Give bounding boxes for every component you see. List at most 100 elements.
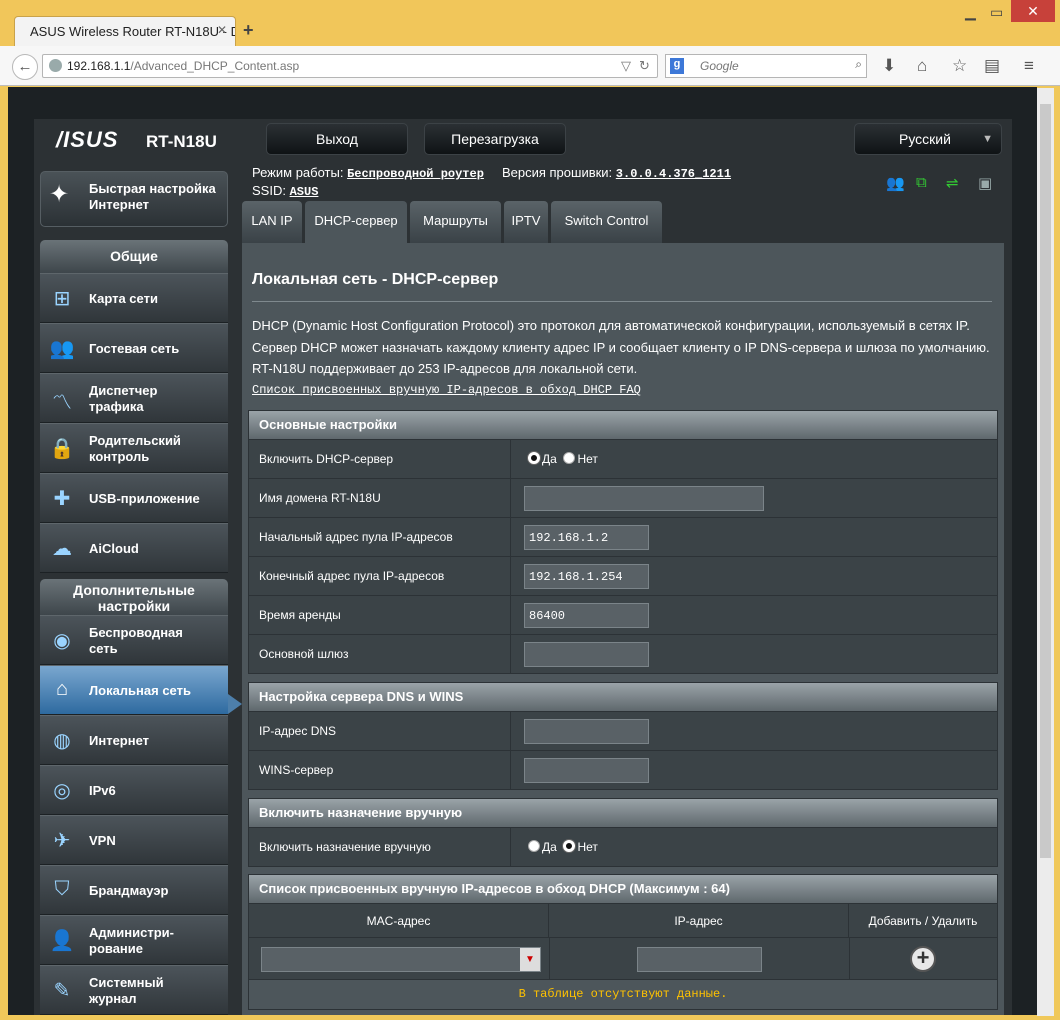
faq-link[interactable]: Список присвоенных вручную IP-адресов в …: [252, 383, 641, 397]
admin-user-icon: 👤: [49, 930, 75, 952]
reboot-button[interactable]: Перезагрузка: [424, 123, 566, 155]
sidebar-item-lan[interactable]: ⌂ Локальная сеть: [40, 665, 228, 715]
chevron-down-icon: ▼: [982, 133, 993, 145]
url-dropdown-icon[interactable]: ▽: [621, 58, 631, 74]
pool-end-input[interactable]: 192.168.1.254: [524, 564, 649, 589]
setting-row: Включить назначение вручную Да Нет: [249, 827, 997, 866]
page-title: Локальная сеть - DHCP-сервер: [252, 271, 499, 288]
section-header: Список присвоенных вручную IP-адресов в …: [249, 875, 997, 903]
asus-logo[interactable]: /ISUS: [56, 127, 118, 153]
domain-name-input[interactable]: [524, 486, 764, 511]
search-box[interactable]: g Google ⌕: [665, 54, 867, 78]
sidebar-item-traffic-manager[interactable]: 〽 Диспетчер трафика: [40, 373, 228, 423]
mac-address-select[interactable]: ▼: [261, 947, 541, 972]
tab-lan-ip[interactable]: LAN IP: [242, 201, 302, 243]
search-icon[interactable]: ⌕: [855, 57, 862, 72]
sidebar-item-network-map[interactable]: ⊞ Карта сети: [40, 273, 228, 323]
manual-enable-yes-radio[interactable]: [528, 840, 540, 852]
sidebar-item-ipv6[interactable]: ◎ IPv6: [40, 765, 228, 815]
setting-label: WINS-сервер: [249, 751, 511, 789]
url-path: /Advanced_DHCP_Content.asp: [130, 59, 300, 73]
network-status-icon[interactable]: ⧉: [916, 174, 927, 191]
window-close-button[interactable]: ✕: [1011, 0, 1055, 22]
tab-routes[interactable]: Маршруты: [410, 201, 501, 243]
radio-label: Да: [542, 840, 557, 854]
mode-label: Режим работы:: [252, 165, 344, 180]
sidebar-item-parental-control[interactable]: 🔒 Родительский контроль: [40, 423, 228, 473]
logout-button[interactable]: Выход: [266, 123, 408, 155]
ip-address-input[interactable]: [637, 947, 762, 972]
setting-row: Основной шлюз: [249, 634, 997, 673]
sidebar-item-label: Карта сети: [89, 291, 158, 306]
radio-label: Нет: [577, 840, 598, 854]
site-info-icon[interactable]: [49, 59, 62, 72]
sidebar-item-internet[interactable]: ◍ Интернет: [40, 715, 228, 765]
title-divider: [252, 301, 992, 302]
firmware-link[interactable]: 3.0.0.4.376_1211: [616, 167, 731, 181]
add-entry-button[interactable]: +: [910, 946, 936, 972]
pool-start-input[interactable]: 192.168.1.2: [524, 525, 649, 550]
sidebar-item-firewall[interactable]: ⛉ Брандмауэр: [40, 865, 228, 915]
dns-ip-input[interactable]: [524, 719, 649, 744]
empty-table-message: В таблице отсутствуют данные.: [249, 979, 997, 1009]
sidebar-item-wireless[interactable]: ◉ Беспроводная сеть: [40, 615, 228, 665]
downloads-icon[interactable]: ⬇: [882, 56, 896, 76]
column-header-mac: MAC-адрес: [249, 904, 549, 938]
sidebar-item-syslog[interactable]: ✎ Системный журнал: [40, 965, 228, 1015]
globe-icon: ◍: [53, 730, 71, 752]
scrollbar-thumb[interactable]: [1040, 104, 1051, 858]
active-item-arrow: [228, 694, 242, 714]
mode-link[interactable]: Беспроводной роутер: [347, 167, 484, 181]
column-header-action: Добавить / Удалить: [868, 914, 978, 928]
home-icon[interactable]: ⌂: [917, 56, 927, 76]
table-input-row: ▼ +: [249, 937, 997, 979]
back-button[interactable]: ←: [12, 54, 38, 80]
quick-setup-line1: Быстрая настройка: [89, 181, 216, 196]
manual-list-section: Список присвоенных вручную IP-адресов в …: [248, 874, 998, 1010]
model-name: RT-N18U: [146, 132, 217, 151]
reload-icon[interactable]: ↻: [639, 58, 650, 74]
usb-status-icon[interactable]: ⇌: [946, 174, 959, 192]
bookmarks-list-icon[interactable]: ▤: [984, 56, 1000, 76]
minimize-icon[interactable]: ▁: [965, 4, 976, 21]
sidebar-item-aicloud[interactable]: ☁ AiCloud: [40, 523, 228, 573]
sidebar-item-guest-network[interactable]: 👥 Гостевая сеть: [40, 323, 228, 373]
url-bar[interactable]: 192.168.1.1/Advanced_DHCP_Content.asp ▽ …: [42, 54, 658, 78]
language-select[interactable]: Русский ▼: [854, 123, 1002, 155]
sidebar-item-usb-app[interactable]: ✚ USB-приложение: [40, 473, 228, 523]
ssid-link[interactable]: ASUS: [290, 185, 319, 199]
dhcp-enable-yes-radio[interactable]: [528, 452, 540, 464]
quick-setup-button[interactable]: ✦ Быстрая настройка Интернет: [40, 171, 228, 227]
setting-row: Начальный адрес пула IP-адресов 192.168.…: [249, 517, 997, 556]
sidebar-item-label: Локальная сеть: [89, 683, 191, 698]
menu-icon[interactable]: ≡: [1024, 56, 1034, 76]
sidebar-item-vpn[interactable]: ✈ VPN: [40, 815, 228, 865]
tab-dhcp-server[interactable]: DHCP-сервер: [305, 201, 407, 243]
network-map-icon: ⊞: [53, 288, 71, 310]
ssid-info: SSID: ASUS: [252, 183, 318, 199]
sidebar-item-label: Родительский контроль: [89, 433, 181, 464]
close-tab-icon[interactable]: ✕: [217, 23, 227, 37]
manual-enable-no-radio[interactable]: [563, 840, 576, 852]
tab-iptv[interactable]: IPTV: [504, 201, 548, 243]
setting-row: IP-адрес DNS: [249, 711, 997, 750]
tab-switch-control[interactable]: Switch Control: [551, 201, 662, 243]
maximize-icon[interactable]: ▭: [990, 4, 1003, 21]
sidebar-item-administration[interactable]: 👤 Администри- рование: [40, 915, 228, 965]
sidebar-item-label: Гостевая сеть: [89, 341, 180, 356]
firmware-label: Версия прошивки:: [501, 165, 613, 180]
google-icon[interactable]: g: [670, 58, 684, 74]
clients-status-icon[interactable]: 👥: [886, 174, 905, 192]
printer-status-icon[interactable]: ▣: [978, 174, 992, 192]
advanced-group-header: Дополнительные настройки: [40, 579, 228, 615]
dhcp-enable-no-radio[interactable]: [563, 452, 576, 464]
gateway-input[interactable]: [524, 642, 649, 667]
new-tab-button[interactable]: +: [243, 20, 254, 41]
wins-server-input[interactable]: [524, 758, 649, 783]
bookmark-star-icon[interactable]: ☆: [952, 56, 967, 76]
section-header: Включить назначение вручную: [249, 799, 997, 827]
sidebar-item-label: IPv6: [89, 783, 116, 798]
dropdown-arrow-icon[interactable]: ▼: [520, 948, 540, 971]
lease-time-input[interactable]: 86400: [524, 603, 649, 628]
browser-tab[interactable]: ASUS Wireless Router RT-N18U - D... ✕: [14, 16, 236, 46]
